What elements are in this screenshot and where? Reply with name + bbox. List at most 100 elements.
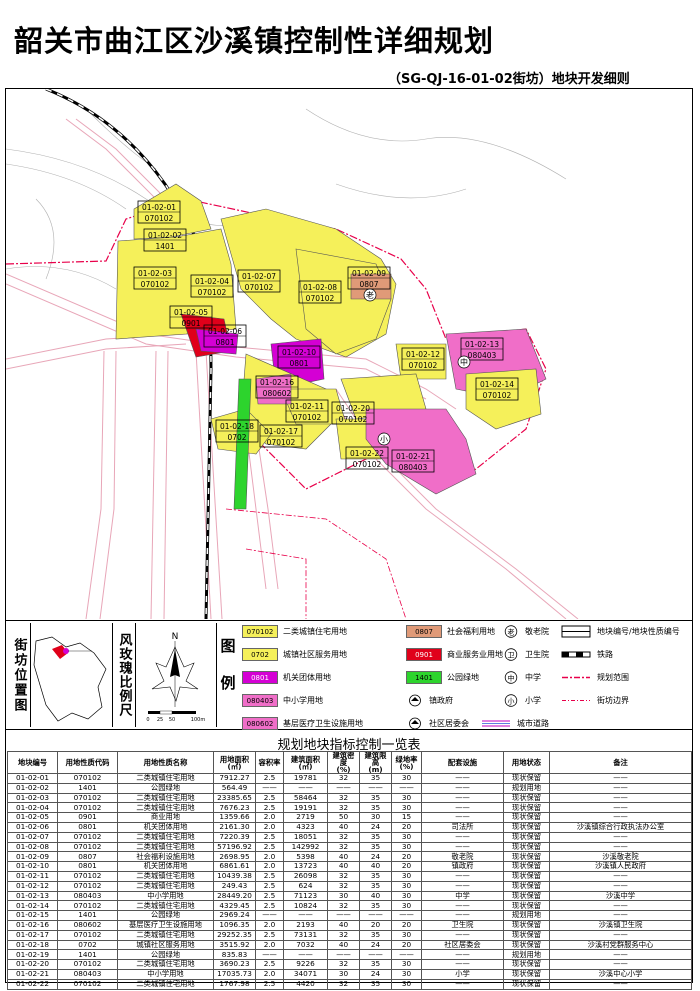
table-cell: 2698.95 — [213, 851, 256, 863]
legend-swatch: 0807 — [406, 625, 442, 638]
table-cell: 01-02-03 — [7, 792, 58, 804]
table-cell: 01-02-16 — [7, 919, 58, 931]
legend-symbol-2: 中 中学 — [502, 671, 541, 684]
middle-school-marker: 中 — [460, 357, 468, 367]
table-cell: 0801 — [57, 821, 118, 833]
table-cell: 20 — [391, 939, 422, 951]
parcel-code: 070102 — [267, 438, 296, 447]
table-cell: 二类城镇住宅用地 — [117, 978, 214, 990]
table-cell: 2.0 — [255, 919, 284, 931]
table-cell: 4329.45 — [213, 900, 256, 912]
table-cell: 20 — [391, 821, 422, 833]
table-cell: —— — [549, 841, 692, 853]
scale-tick-2: 50 — [169, 717, 175, 723]
facility-symbol-icon: 小 — [502, 694, 520, 707]
table-cell: 1401 — [57, 782, 118, 794]
table-cell: 现状保留 — [503, 851, 550, 863]
table-cell: 15 — [391, 812, 422, 823]
table-cell: 32 — [327, 929, 360, 941]
parcel-code: 0901 — [181, 319, 200, 328]
table-cell: 50 — [327, 812, 360, 823]
table-cell: —— — [549, 870, 692, 882]
table-cell: 01-02-08 — [7, 841, 58, 853]
parcel-id: 01-02-08 — [303, 283, 337, 292]
table-cell: 1767.98 — [213, 978, 256, 990]
table-cell: 现状保留 — [503, 841, 550, 853]
table-cell: 01-02-22 — [7, 978, 58, 990]
table-cell: 01-02-07 — [7, 831, 58, 843]
table-row: 01-02-08 070102 二类城镇住宅用地 57196.92 2.5 142992 3… — [7, 841, 692, 853]
table-cell: 2719 — [283, 812, 328, 823]
table-cell: 070102 — [57, 841, 118, 853]
parcel-code: 070102 — [353, 460, 382, 469]
parcel-id: 01-02-20 — [336, 404, 370, 413]
table-cell: 二类城镇住宅用地 — [117, 792, 214, 804]
indicator-table: 地块编号 用地性质代码 用地性质名称 用地面积 (㎡) 容积率 建筑面积 (㎡) 建筑密度 … — [7, 751, 692, 990]
table-cell: 30 — [391, 929, 422, 941]
table-cell: 二类城镇住宅用地 — [117, 802, 214, 814]
table-cell: 现状保留 — [503, 861, 550, 872]
table-cell: 35 — [359, 792, 392, 804]
table-cell: 070102 — [57, 773, 118, 784]
table-cell: 现状保留 — [503, 880, 550, 892]
table-header-cell: 地块编号 — [7, 751, 58, 774]
table-header-cell: 建筑面积 (㎡) — [283, 751, 328, 774]
table-cell: 01-02-02 — [7, 782, 58, 794]
table-cell: 二类城镇住宅用地 — [117, 773, 214, 784]
location-map — [33, 636, 107, 722]
table-cell: 二类城镇住宅用地 — [117, 880, 214, 892]
table-cell: 2.5 — [255, 870, 284, 882]
table-cell: 现状保留 — [503, 870, 550, 882]
legend-label: 二类城镇住宅用地 — [283, 627, 347, 636]
table-cell: —— — [421, 812, 504, 823]
table-cell: 现状保留 — [503, 890, 550, 902]
legend-line-3: 街坊边界 — [560, 694, 629, 707]
table-cell: 卫生院 — [421, 919, 504, 931]
table-cell: 32 — [327, 978, 360, 990]
table-cell: —— — [283, 949, 328, 961]
legend-label: 城镇社区服务用地 — [283, 650, 347, 659]
table-cell: 01-02-06 — [7, 821, 58, 833]
table-cell: —— — [421, 900, 504, 912]
table-cell: 070102 — [57, 959, 118, 970]
table-cell: 01-02-19 — [7, 949, 58, 961]
parcel-id: 01-02-22 — [350, 449, 384, 458]
table-cell: 社会福利设施用地 — [117, 851, 214, 863]
legend-label: 商业服务业用地 — [447, 650, 503, 659]
parcel-id: 01-02-21 — [396, 452, 430, 461]
table-cell: 规划用地 — [503, 949, 550, 961]
table-row: 01-02-05 0901 商业用地 1359.66 2.0 2719 50 30 15 —— 现状… — [7, 812, 692, 823]
table-cell: 30 — [391, 890, 422, 902]
table-row: 01-02-20 070102 二类城镇住宅用地 3690.23 2.5 9226 32 35… — [7, 959, 692, 970]
table-cell: 30 — [391, 773, 422, 784]
parcel-code: 1401 — [155, 242, 174, 251]
table-cell: 公园绿地 — [117, 910, 214, 921]
table-row: 01-02-06 0801 机关团体用地 2161.30 2.0 4323 40 24 20 司法… — [7, 821, 692, 833]
legend-item-1401: 1401 公园绿地 — [406, 671, 479, 684]
table-cell: —— — [549, 900, 692, 912]
table-cell: 18051 — [283, 831, 328, 843]
table-cell: 080403 — [57, 890, 118, 902]
table-row: 01-02-07 070102 二类城镇住宅用地 7220.39 2.5 18051 32 3… — [7, 831, 692, 843]
table-row: 01-02-01 070102 二类城镇住宅用地 7912.27 2.5 19781 32 3… — [7, 773, 692, 784]
table-cell: 23385.65 — [213, 792, 256, 804]
parcel-id: 01-02-04 — [195, 277, 229, 286]
parcel-code: 0807 — [359, 280, 378, 289]
table-cell: 沙溪敬老院 — [549, 851, 692, 863]
line-symbol-icon — [560, 694, 592, 707]
svg-text:小: 小 — [508, 697, 515, 706]
table-cell: 40 — [327, 939, 360, 951]
table-cell: 35 — [359, 929, 392, 941]
table-header-cell: 用地面积 (㎡) — [213, 751, 256, 774]
land-use-map[interactable]: 01-02-01 070102 01-02-02 1401 01-02-03 070102… — [6, 89, 692, 619]
table-cell: 现状保留 — [503, 900, 550, 912]
table-cell: 564.49 — [213, 782, 256, 794]
table-cell: 35 — [359, 900, 392, 912]
legend-line-4: 城市道路 — [480, 717, 549, 730]
table-cell: 01-02-13 — [7, 890, 58, 902]
table-cell: 01-02-15 — [7, 910, 58, 921]
town-government-icon — [406, 694, 424, 707]
table-cell: 现状保留 — [503, 968, 550, 980]
legend-line-0: 地块编号/地块性质编号 — [560, 625, 680, 638]
table-cell: 0901 — [57, 812, 118, 823]
